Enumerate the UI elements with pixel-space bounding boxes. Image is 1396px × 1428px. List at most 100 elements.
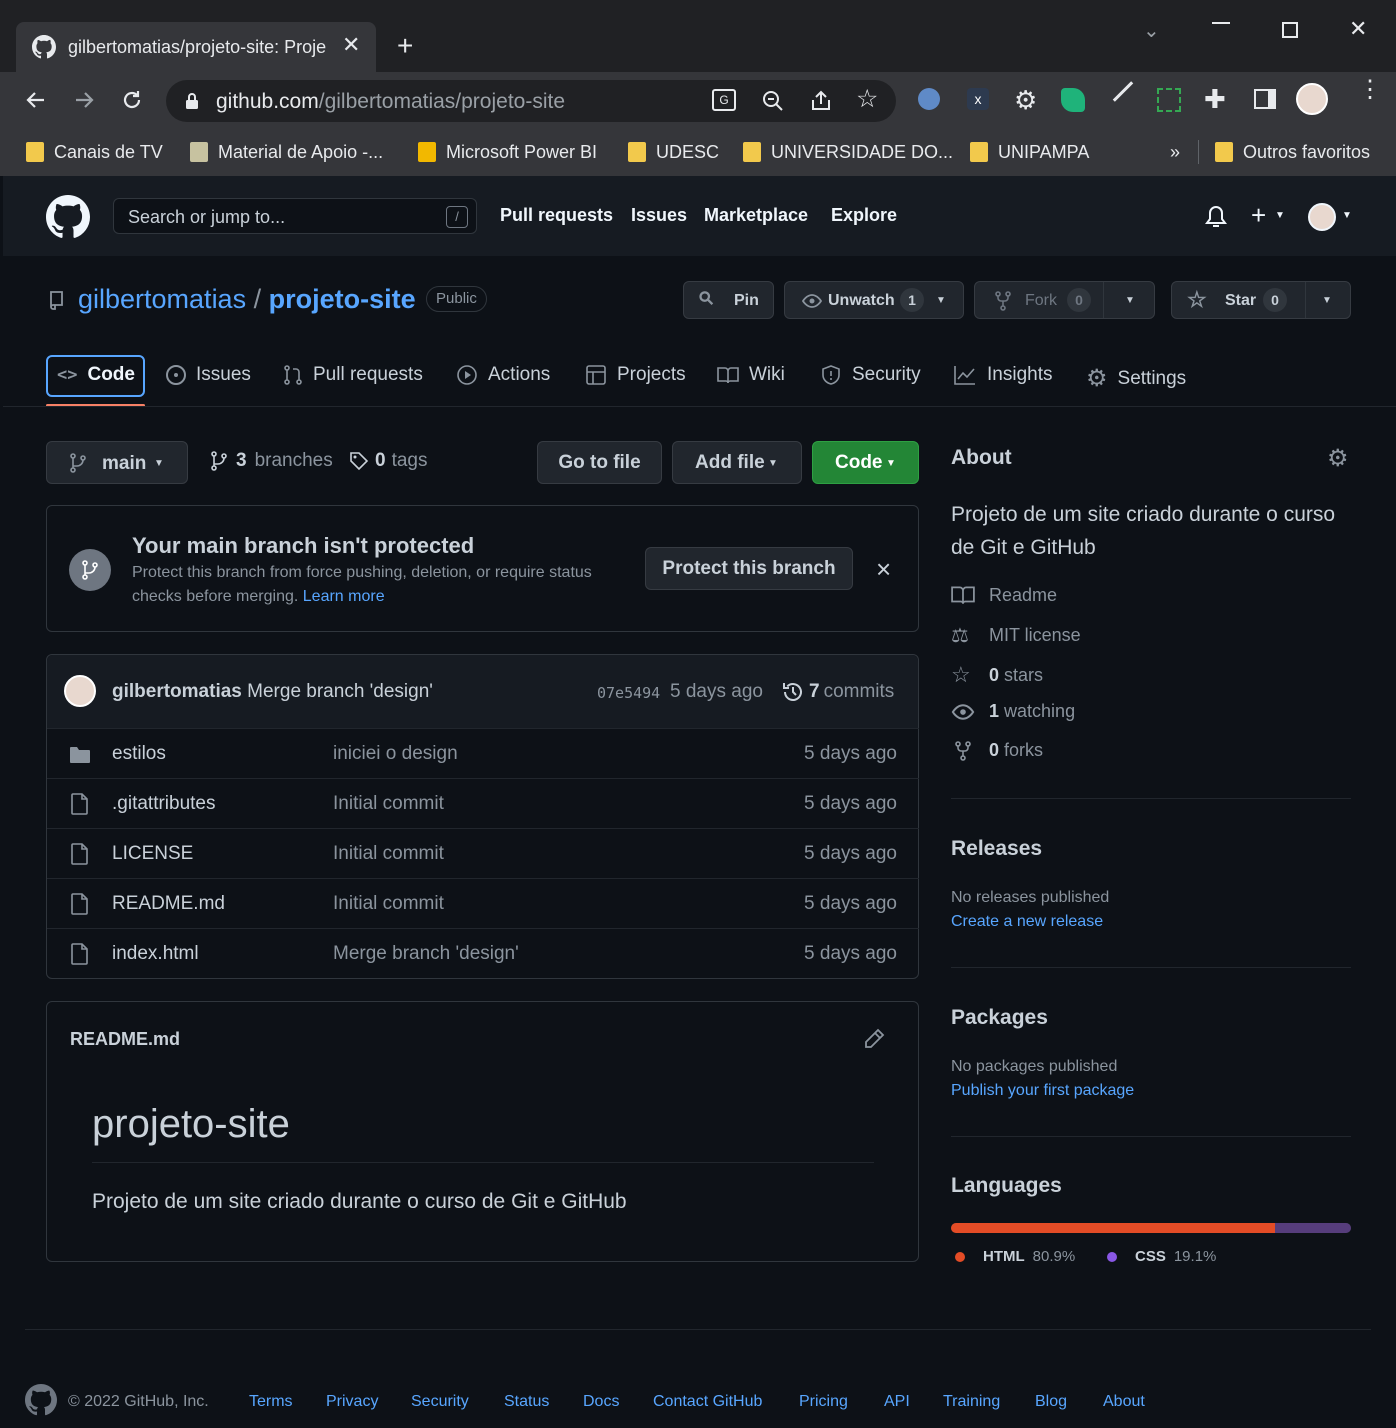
star-button[interactable]: ☆ Star 0 ▼ — [1171, 281, 1351, 319]
minimize-icon[interactable] — [1212, 22, 1230, 24]
browser-tab[interactable]: gilbertomatias/projeto-site: Proje ✕ — [16, 22, 376, 72]
footer-link-privacy[interactable]: Privacy — [326, 1393, 378, 1411]
stars-link[interactable]: ☆ 0 stars — [951, 662, 1043, 688]
edit-pencil-icon[interactable] — [863, 1028, 885, 1050]
protect-branch-button[interactable]: Protect this branch — [645, 547, 853, 590]
branch-select-button[interactable]: main ▼ — [46, 441, 188, 484]
maximize-icon[interactable] — [1282, 22, 1298, 38]
bookmark-item[interactable]: UDESC — [628, 138, 719, 166]
translate-icon[interactable]: G — [712, 89, 736, 111]
footer-link-security[interactable]: Security — [411, 1393, 469, 1411]
tab-close-icon[interactable]: ✕ — [342, 32, 360, 58]
commit-sha[interactable]: 07e5494 — [597, 684, 660, 702]
table-row[interactable]: README.md Initial commit 5 days ago — [47, 878, 919, 928]
tab-wiki[interactable]: Wiki — [717, 364, 785, 386]
file-name[interactable]: .gitattributes — [112, 793, 216, 815]
footer-link-terms[interactable]: Terms — [249, 1393, 293, 1411]
author-avatar[interactable] — [64, 675, 96, 707]
footer-link-blog[interactable]: Blog — [1035, 1393, 1067, 1411]
fork-button[interactable]: Fork 0 ▼ — [974, 281, 1155, 319]
extension-green-icon[interactable] — [1061, 88, 1085, 112]
file-name[interactable]: README.md — [112, 893, 225, 915]
add-file-button[interactable]: Add file ▼ — [672, 441, 802, 484]
chevron-down-icon[interactable]: ▼ — [1125, 295, 1135, 306]
footer-link-contact[interactable]: Contact GitHub — [653, 1393, 762, 1411]
language-css[interactable]: CSS 19.1% — [1107, 1248, 1216, 1265]
create-new-plus-icon[interactable]: + — [1251, 200, 1266, 231]
tab-search-icon[interactable]: ⌄ — [1143, 18, 1160, 43]
extension-x-icon[interactable]: x — [967, 88, 989, 110]
chevron-down-icon[interactable]: ▼ — [1322, 295, 1332, 306]
go-to-file-button[interactable]: Go to file — [537, 441, 662, 484]
notifications-bell-icon[interactable] — [1205, 205, 1227, 229]
nav-pull-requests[interactable]: Pull requests — [500, 205, 613, 226]
extension-gear-icon[interactable]: ⚙ — [1014, 85, 1037, 116]
file-commit-message[interactable]: Initial commit — [333, 793, 444, 815]
publish-package-link[interactable]: Publish your first package — [951, 1082, 1134, 1100]
tab-pull-requests[interactable]: Pull requests — [283, 364, 423, 386]
branches-link[interactable]: 3 branches — [210, 450, 333, 472]
tab-actions[interactable]: Actions — [456, 364, 550, 386]
license-link[interactable]: ⚖ MIT license — [951, 623, 1081, 648]
side-panel-icon[interactable] — [1254, 89, 1276, 109]
back-icon[interactable] — [24, 88, 48, 112]
profile-avatar[interactable] — [1296, 83, 1328, 115]
footer-link-status[interactable]: Status — [504, 1393, 549, 1411]
footer-link-training[interactable]: Training — [943, 1393, 1000, 1411]
commit-author[interactable]: gilbertomatias — [112, 681, 242, 702]
bookmarks-overflow[interactable]: » — [1170, 138, 1180, 166]
bookmark-item[interactable]: UNIVERSIDADE DO... — [743, 138, 953, 166]
language-html[interactable]: HTML 80.9% — [955, 1248, 1075, 1265]
footer-link-docs[interactable]: Docs — [583, 1393, 619, 1411]
zoom-icon[interactable] — [762, 90, 784, 112]
bookmark-item[interactable]: Canais de TV — [26, 138, 163, 166]
footer-link-pricing[interactable]: Pricing — [799, 1393, 848, 1411]
tags-link[interactable]: 0 tags — [349, 450, 428, 472]
readme-filename[interactable]: README.md — [70, 1029, 180, 1050]
nav-issues[interactable]: Issues — [631, 205, 687, 226]
chevron-down-icon[interactable]: ▼ — [936, 295, 946, 306]
tab-security[interactable]: Security — [820, 364, 921, 386]
footer-link-api[interactable]: API — [884, 1393, 910, 1411]
github-logo-icon[interactable] — [25, 1384, 57, 1416]
footer-link-about[interactable]: About — [1103, 1393, 1145, 1411]
gear-icon[interactable]: ⚙ — [1327, 444, 1349, 473]
chevron-down-icon[interactable]: ▼ — [1275, 210, 1285, 221]
nav-marketplace[interactable]: Marketplace — [704, 205, 808, 226]
table-row[interactable]: index.html Merge branch 'design' 5 days … — [47, 928, 919, 978]
forward-icon[interactable] — [72, 88, 96, 112]
bookmark-star-icon[interactable]: ☆ — [856, 84, 878, 114]
file-name[interactable]: LICENSE — [112, 843, 193, 865]
unwatch-button[interactable]: Unwatch 1 ▼ — [784, 281, 964, 319]
file-name[interactable]: estilos — [112, 743, 166, 765]
extension-capture-icon[interactable] — [1157, 88, 1181, 112]
other-bookmarks[interactable]: Outros favoritos — [1215, 138, 1370, 166]
nav-explore[interactable]: Explore — [831, 205, 897, 226]
close-icon[interactable]: × — [876, 554, 891, 585]
search-input[interactable]: Search or jump to... / — [113, 198, 477, 234]
tab-settings[interactable]: ⚙ Settings — [1086, 364, 1186, 393]
create-release-link[interactable]: Create a new release — [951, 913, 1103, 931]
readme-link[interactable]: Readme — [951, 584, 1057, 606]
commit-message[interactable]: Merge branch 'design' — [247, 681, 433, 702]
window-close-icon[interactable]: ✕ — [1349, 16, 1367, 42]
extension-pen-icon[interactable] — [1112, 81, 1134, 102]
share-icon[interactable] — [810, 90, 832, 112]
bookmark-item[interactable]: Microsoft Power BI — [418, 138, 597, 166]
file-commit-message[interactable]: Initial commit — [333, 843, 444, 865]
releases-title[interactable]: Releases — [951, 837, 1042, 861]
address-bar[interactable]: github.com/gilbertomatias/projeto-site G… — [166, 80, 896, 122]
code-download-button[interactable]: Code ▼ — [812, 441, 919, 484]
bookmark-item[interactable]: Material de Apoio -... — [190, 138, 383, 166]
packages-title[interactable]: Packages — [951, 1006, 1048, 1030]
repo-owner-link[interactable]: gilbertomatias — [78, 284, 246, 314]
tab-code[interactable]: <> Code — [57, 364, 135, 386]
lock-icon[interactable] — [184, 92, 200, 110]
extensions-puzzle-icon[interactable]: ✚ — [1204, 84, 1226, 115]
tab-projects[interactable]: Projects — [585, 364, 686, 386]
chevron-down-icon[interactable]: ▼ — [1342, 210, 1352, 221]
tab-issues[interactable]: Issues — [166, 364, 251, 386]
file-commit-message[interactable]: Merge branch 'design' — [333, 943, 519, 965]
reload-icon[interactable] — [120, 88, 144, 112]
extension-search-icon[interactable] — [918, 88, 940, 110]
